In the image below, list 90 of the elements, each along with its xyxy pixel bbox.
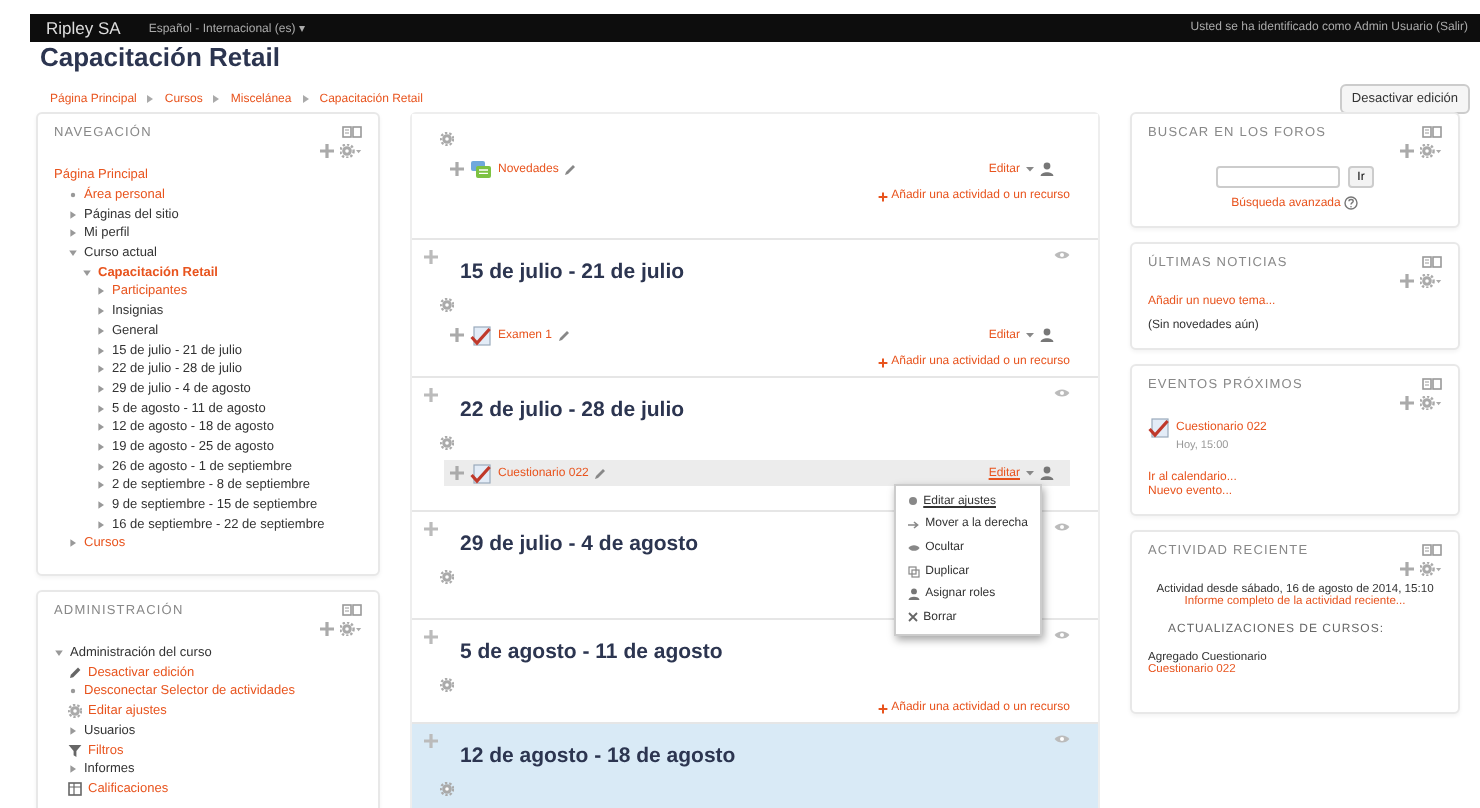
move-icon[interactable] (1400, 396, 1414, 410)
person-icon[interactable] (1040, 328, 1054, 342)
edit-title-icon[interactable] (594, 467, 607, 479)
move-icon[interactable] (320, 621, 334, 636)
collapsed-arrow-icon[interactable] (96, 325, 106, 336)
person-icon (907, 588, 920, 601)
section-settings-icon[interactable] (440, 298, 454, 312)
collapsed-arrow-icon[interactable] (96, 383, 106, 394)
collapsed-arrow-icon[interactable] (96, 286, 106, 297)
move-icon[interactable] (424, 388, 438, 402)
delete-icon (907, 612, 918, 623)
dock-icon[interactable] (1422, 378, 1442, 390)
dock-icon[interactable] (342, 603, 362, 616)
help-icon[interactable] (1344, 196, 1359, 210)
quiz-icon (1148, 418, 1170, 438)
gear-icon (68, 704, 82, 719)
section-title: 12 de agosto - 18 de agosto (460, 744, 736, 768)
forum-icon (470, 159, 492, 179)
eye-icon (907, 543, 920, 552)
caret-icon[interactable] (1026, 470, 1034, 476)
collapsed-arrow-icon[interactable] (68, 725, 78, 736)
collapsed-arrow-icon[interactable] (96, 480, 106, 491)
bullet-icon (68, 190, 78, 201)
move-icon[interactable] (424, 734, 438, 748)
move-icon[interactable] (424, 630, 438, 644)
grades-icon (68, 781, 82, 796)
collapsed-arrow-icon[interactable] (96, 364, 106, 375)
section-settings-icon[interactable] (440, 132, 454, 146)
move-icon[interactable] (424, 522, 438, 536)
move-icon[interactable] (320, 144, 334, 158)
collapsed-arrow-icon[interactable] (96, 345, 106, 356)
section-title: 29 de julio - 4 de agosto (460, 532, 699, 556)
plus-icon (877, 191, 888, 201)
dock-icon[interactable] (342, 126, 362, 138)
edit-title-icon[interactable] (558, 329, 571, 341)
site-name[interactable]: Ripley SA (46, 18, 121, 38)
person-icon[interactable] (1040, 466, 1054, 480)
expanded-arrow-icon[interactable] (82, 267, 92, 278)
section-title: 15 de julio - 21 de julio (460, 260, 685, 284)
dock-icon[interactable] (1422, 126, 1442, 138)
move-icon[interactable] (424, 250, 438, 264)
plus-icon (877, 703, 888, 713)
section-title: 22 de julio - 28 de julio (460, 398, 685, 422)
caret-icon[interactable] (1026, 332, 1034, 338)
move-icon[interactable] (1400, 562, 1414, 576)
eye-icon[interactable] (1054, 522, 1070, 532)
caret-icon[interactable] (1026, 166, 1034, 172)
eye-icon[interactable] (1054, 734, 1070, 744)
filter-icon (68, 743, 82, 758)
eye-icon[interactable] (1054, 250, 1070, 260)
collapsed-arrow-icon[interactable] (96, 422, 106, 433)
section-settings-icon[interactable] (440, 570, 454, 584)
dock-icon[interactable] (1422, 256, 1442, 268)
collapsed-arrow-icon[interactable] (96, 306, 106, 317)
search-field[interactable] (1215, 166, 1340, 188)
section-settings-icon[interactable] (440, 436, 454, 450)
eye-icon[interactable] (1054, 630, 1070, 640)
move-icon[interactable] (450, 162, 464, 176)
bullet-icon (68, 686, 78, 697)
collapsed-arrow-icon[interactable] (96, 461, 106, 472)
page-title: Capacitación Retail (40, 44, 282, 72)
plus-icon (877, 357, 888, 367)
move-icon[interactable] (1400, 274, 1414, 288)
person-icon[interactable] (1040, 162, 1054, 176)
move-icon[interactable] (450, 328, 464, 342)
dock-icon[interactable] (1422, 544, 1442, 556)
move-icon[interactable] (450, 466, 464, 480)
breadcrumb-separator-icon (301, 94, 310, 104)
expanded-arrow-icon[interactable] (68, 248, 78, 259)
collapsed-arrow-icon[interactable] (96, 519, 106, 530)
quiz-icon (470, 325, 492, 345)
edit-title-icon[interactable] (564, 163, 577, 175)
eye-icon[interactable] (1054, 388, 1070, 398)
collapsed-arrow-icon[interactable] (96, 500, 106, 511)
section-title: 5 de agosto - 11 de agosto (460, 640, 723, 664)
collapsed-arrow-icon[interactable] (68, 764, 78, 775)
move-icon[interactable] (1400, 144, 1414, 158)
section-settings-icon[interactable] (440, 678, 454, 692)
breadcrumb-separator-icon (146, 94, 155, 104)
collapsed-arrow-icon[interactable] (68, 209, 78, 220)
right-arrow-icon (907, 519, 920, 530)
collapsed-arrow-icon[interactable] (68, 538, 78, 549)
section-settings-icon[interactable] (440, 782, 454, 796)
collapsed-arrow-icon[interactable] (96, 441, 106, 452)
expanded-arrow-icon[interactable] (54, 648, 64, 659)
pencil-icon (68, 665, 82, 680)
collapsed-arrow-icon[interactable] (96, 403, 106, 414)
duplicate-icon (907, 565, 920, 578)
collapsed-arrow-icon[interactable] (68, 228, 78, 239)
breadcrumb-separator-icon (212, 94, 221, 104)
